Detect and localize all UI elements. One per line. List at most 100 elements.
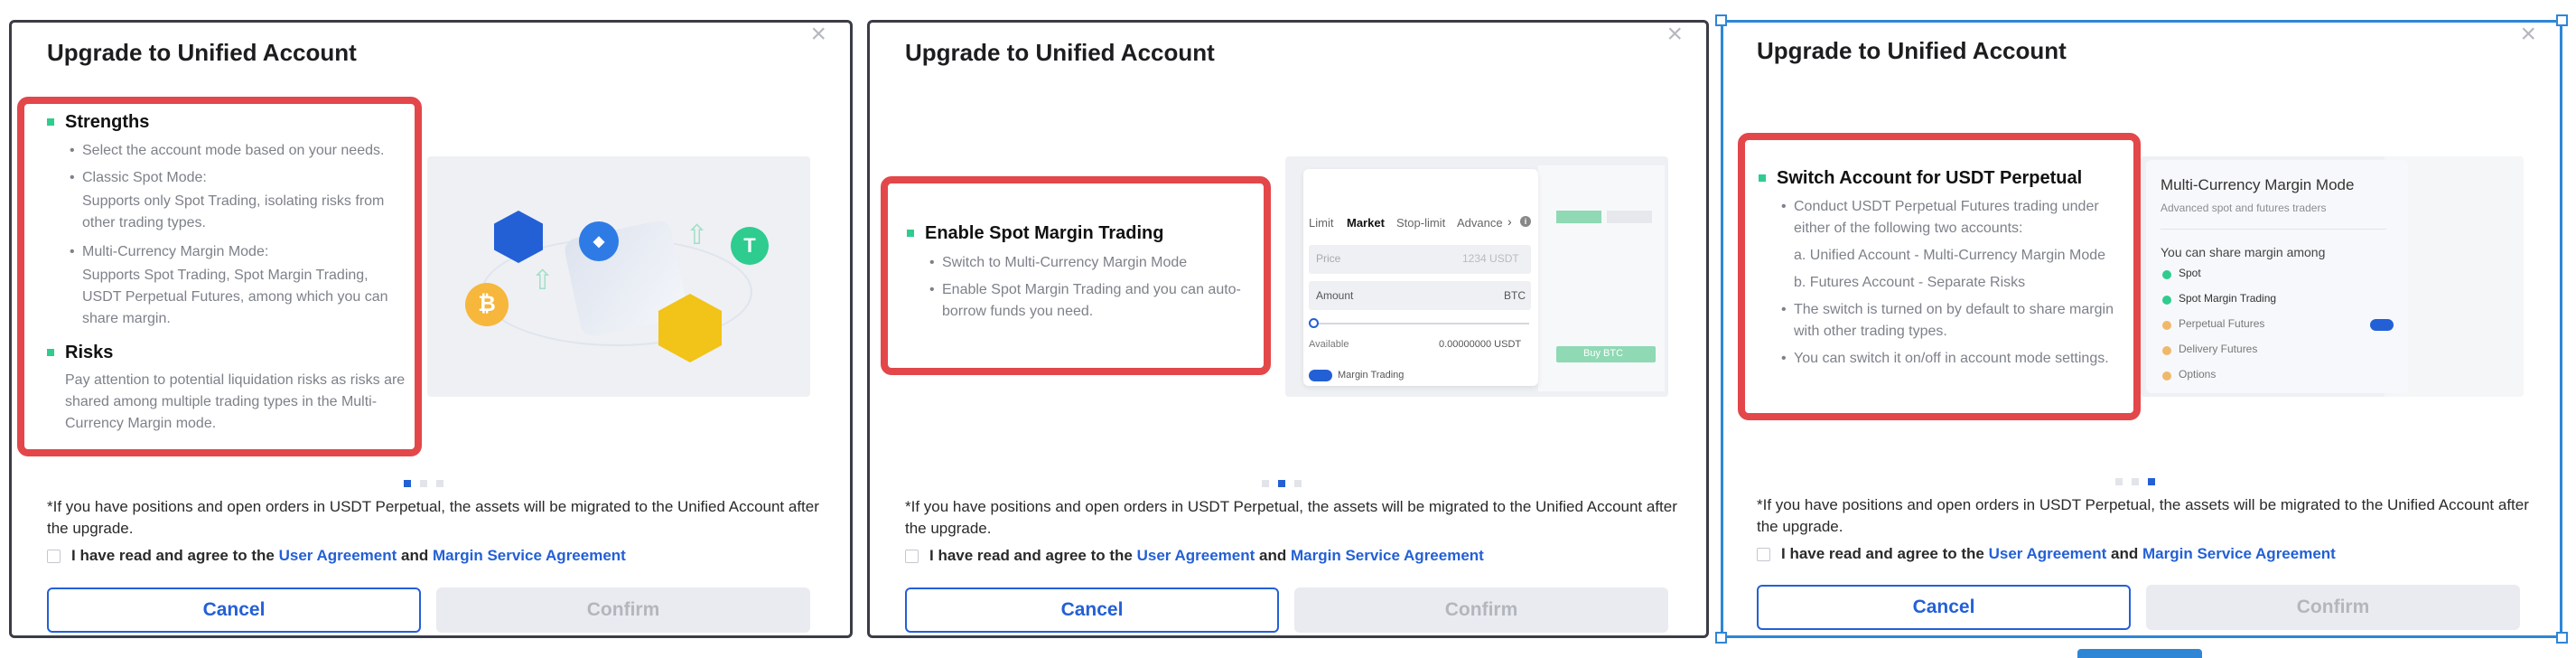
resize-handle[interactable] — [2556, 14, 2568, 26]
section-title: Switch Account for USDT Perpetual — [1759, 168, 2082, 189]
cancel-button[interactable]: Cancel — [905, 588, 1279, 633]
migration-note: *If you have positions and open orders i… — [1757, 496, 2529, 535]
trade-card: Limit Market Stop-limit Advance › i Pric… — [1303, 169, 1538, 386]
resize-handle[interactable] — [2556, 632, 2568, 644]
close-icon[interactable]: × — [810, 21, 826, 48]
ethereum-icon: ◆ — [579, 221, 619, 261]
highlight-box — [881, 176, 1271, 375]
strengths-title: Strengths — [47, 112, 149, 133]
page-dot[interactable] — [1262, 480, 1269, 487]
dialog-title: Upgrade to Unified Account — [1757, 37, 2067, 64]
margin-mode-card: Multi-Currency Margin Mode Advanced spot… — [2146, 160, 2408, 393]
confirm-button[interactable]: Confirm — [436, 588, 810, 633]
card-subtitle: Advanced spot and futures traders — [2161, 202, 2327, 214]
available-label: Available — [1309, 339, 1349, 350]
arrow-up-icon: ⇧ — [686, 221, 709, 250]
margin-agreement-link[interactable]: Margin Service Agreement — [1291, 547, 1484, 564]
agree-text: I have read and agree to the — [71, 547, 275, 564]
close-icon[interactable]: × — [2520, 21, 2536, 48]
buy-btc-button: Buy BTC — [1583, 348, 1624, 359]
user-agreement-link[interactable]: User Agreement — [1989, 545, 2107, 562]
strength-item: Classic Spot Mode: — [68, 167, 411, 189]
trade-illustration: Buy BTC Limit Market Stop-limit Advance … — [1285, 156, 1668, 397]
strength-item: Select the account mode based on your ne… — [68, 140, 411, 162]
migration-note: *If you have positions and open orders i… — [47, 498, 819, 537]
migration-note: *If you have positions and open orders i… — [905, 498, 1677, 537]
margin-mode-illustration: Multi-Currency Margin Mode Advanced spot… — [2141, 156, 2524, 397]
resize-handle[interactable] — [1715, 632, 1727, 644]
page-dot[interactable] — [1294, 480, 1302, 487]
section-item: Switch to Multi-Currency Margin Mode — [928, 252, 1253, 274]
close-icon[interactable]: × — [1666, 21, 1683, 48]
check-icon — [2162, 296, 2171, 305]
page-dot[interactable] — [404, 480, 411, 487]
toggle-icon — [1309, 370, 1332, 381]
arrow-up-icon: ⇧ — [531, 266, 555, 296]
tab-market: Market — [1347, 216, 1385, 230]
resize-handle[interactable] — [1715, 14, 1727, 26]
user-agreement-link[interactable]: User Agreement — [279, 547, 397, 564]
check-icon — [2162, 371, 2171, 381]
margin-agreement-link[interactable]: Margin Service Agreement — [433, 547, 626, 564]
dialog-title: Upgrade to Unified Account — [47, 39, 357, 66]
agree-checkbox[interactable] — [47, 549, 61, 563]
tab-advance: Advance — [1457, 216, 1503, 230]
confirm-button[interactable]: Confirm — [2146, 585, 2520, 630]
price-value: 1234 USDT — [1462, 252, 1519, 265]
share-item: Delivery Futures — [2179, 343, 2258, 355]
page-dot[interactable] — [2148, 478, 2155, 485]
bitcoin-icon: ₿ — [465, 283, 509, 326]
cancel-button[interactable]: Cancel — [47, 588, 421, 633]
pagination[interactable] — [2115, 478, 2155, 485]
info-icon: i — [1520, 216, 1531, 227]
upgrade-dialog-slide-2: × Upgrade to Unified Account Enable Spot… — [867, 20, 1709, 638]
agree-checkbox[interactable] — [905, 549, 919, 563]
and-text: and — [2111, 545, 2139, 562]
pagination[interactable] — [1262, 480, 1302, 487]
available-value: 0.00000000 USDT — [1439, 339, 1522, 350]
amount-label: Amount — [1316, 289, 1354, 302]
share-title: You can share margin among — [2161, 245, 2326, 259]
section-item: Enable Spot Margin Trading and you can a… — [928, 279, 1253, 323]
tether-icon: T — [731, 227, 769, 265]
card-title: Multi-Currency Margin Mode — [2161, 176, 2355, 193]
selection-size-tab — [2077, 649, 2202, 658]
agreement-row: I have read and agree to the User Agreem… — [905, 547, 1484, 565]
agree-text: I have read and agree to the — [929, 547, 1133, 564]
check-icon — [2162, 321, 2171, 330]
share-item: Spot Margin Trading — [2179, 292, 2277, 305]
multi-desc: Supports Spot Trading, Spot Margin Tradi… — [82, 268, 388, 326]
agreement-row: I have read and agree to the User Agreem… — [1757, 545, 2336, 563]
section-item: The switch is turned on by default to sh… — [1779, 299, 2127, 343]
classic-desc: Supports only Spot Trading, isolating ri… — [82, 193, 385, 230]
section-title: Enable Spot Margin Trading — [907, 223, 1163, 244]
and-text: and — [1259, 547, 1287, 564]
page-dot[interactable] — [420, 480, 427, 487]
user-agreement-link[interactable]: User Agreement — [1137, 547, 1255, 564]
option-b: b. Futures Account - Separate Risks — [1794, 275, 2026, 290]
share-item: Perpetual Futures — [2179, 317, 2265, 330]
page-dot[interactable] — [2115, 478, 2123, 485]
strength-item: Multi-Currency Margin Mode: — [68, 241, 411, 263]
upgrade-dialog-slide-3: × Upgrade to Unified Account Switch Acco… — [1715, 14, 2568, 644]
cancel-button[interactable]: Cancel — [1757, 585, 2131, 630]
page-dot[interactable] — [436, 480, 443, 487]
amount-slider — [1309, 318, 1319, 328]
agree-text: I have read and agree to the — [1781, 545, 1984, 562]
share-item: Spot — [2179, 267, 2201, 279]
page-dot[interactable] — [2132, 478, 2139, 485]
margin-toggle-label: Margin Trading — [1338, 370, 1405, 381]
agree-checkbox[interactable] — [1757, 547, 1770, 561]
section-item: You can switch it on/off in account mode… — [1779, 348, 2127, 370]
margin-agreement-link[interactable]: Margin Service Agreement — [2142, 545, 2336, 562]
risks-title: Risks — [47, 343, 113, 363]
page-dot[interactable] — [1278, 480, 1285, 487]
dialog-title: Upgrade to Unified Account — [905, 39, 1215, 66]
agreement-row: I have read and agree to the User Agreem… — [47, 547, 626, 565]
pagination[interactable] — [404, 480, 443, 487]
check-icon — [2162, 270, 2171, 279]
section-item: Conduct USDT Perpetual Futures trading u… — [1779, 196, 2127, 240]
illustration: ◆ ₿ T ⇧ ⇧ — [427, 156, 810, 397]
upgrade-dialog-slide-1: × Upgrade to Unified Account Strengths S… — [9, 20, 853, 638]
confirm-button[interactable]: Confirm — [1294, 588, 1668, 633]
